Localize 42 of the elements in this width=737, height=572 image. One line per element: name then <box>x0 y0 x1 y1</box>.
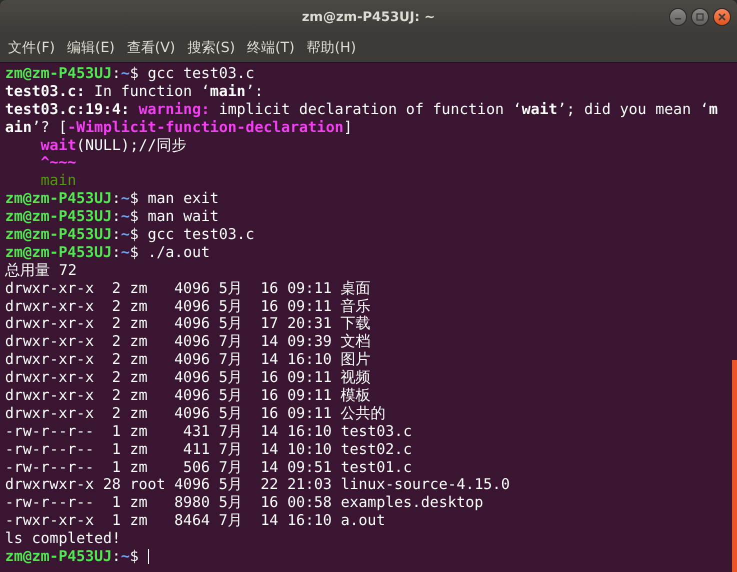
terminal-line: drwxr-xr-x 2 zm 4096 7月 14 09:39 文档 <box>5 333 371 352</box>
terminal-line: -rw-r--r-- 1 zm 506 7月 14 09:51 test01.c <box>5 458 412 476</box>
menu-item[interactable]: 帮助(H) <box>300 37 362 59</box>
terminal-line: zm@zm-P453UJ:~$ gcc test03.c <box>5 65 254 83</box>
terminal-line: zm@zm-P453UJ:~$ man wait <box>5 208 219 226</box>
scrollbar-thumb[interactable] <box>732 360 737 572</box>
terminal-line: drwxr-xr-x 2 zm 4096 5月 16 09:11 模板 <box>5 387 371 405</box>
terminal-line: wait(NULL);//同步 <box>40 136 186 154</box>
close-icon <box>718 13 726 21</box>
text-cursor <box>148 549 150 564</box>
maximize-button[interactable] <box>691 8 709 26</box>
menu-item[interactable]: 编辑(E) <box>60 37 121 59</box>
terminal-line: test03.c:19:4: warning: implicit declaration of function ‘wait’; did you mean ‘m <box>5 100 718 119</box>
terminal-line: -rw-r--r-- 1 zm 8980 5月 16 00:58 examples.desktop <box>5 494 484 512</box>
terminal-line: -rwxr-xr-x 1 zm 8464 7月 14 16:10 a.out <box>5 512 386 530</box>
minimize-button[interactable] <box>669 8 687 26</box>
window-title: zm@zm-P453UJ: ~ <box>302 10 436 24</box>
terminal-line: zm@zm-P453UJ:~$ ./a.out <box>5 244 210 262</box>
terminal-line: zm@zm-P453UJ:~$ <box>5 548 139 566</box>
menu-item[interactable]: 搜索(S) <box>181 37 242 59</box>
terminal-line: main <box>40 172 76 190</box>
terminal-line: 总用量 72 <box>5 262 77 280</box>
terminal-line: drwxr-xr-x 2 zm 4096 5月 16 09:11 桌面 <box>5 280 371 298</box>
terminal-line: test03.c: In function ‘main’: <box>5 82 264 101</box>
terminal-line: zm@zm-P453UJ:~$ gcc test03.c <box>5 226 254 244</box>
terminal-line: drwxr-xr-x 2 zm 4096 7月 14 16:10 图片 <box>5 351 371 370</box>
terminal-line: ls completed! <box>5 530 121 548</box>
terminal-line: drwxr-xr-x 2 zm 4096 5月 16 09:11 公共的 <box>5 404 386 423</box>
terminal-line: drwxr-xr-x 2 zm 4096 5月 16 09:11 视频 <box>5 369 371 388</box>
menu-item[interactable]: 查看(V) <box>120 37 182 59</box>
menu-item[interactable]: 文件(F) <box>2 37 61 59</box>
terminal-line: zm@zm-P453UJ:~$ man exit <box>5 190 219 208</box>
menu-item[interactable]: 终端(T) <box>241 37 301 59</box>
terminal-line: ain’? [-Wimplicit-function-declaration] <box>5 118 352 137</box>
terminal-line: -rw-r--r-- 1 zm 411 7月 14 10:10 test02.c <box>5 440 412 459</box>
terminal-line: drwxr-xr-x 2 zm 4096 5月 16 09:11 音乐 <box>5 298 371 316</box>
terminal-line: -rw-r--r-- 1 zm 431 7月 14 16:10 test03.c <box>5 422 412 441</box>
maximize-icon <box>696 13 704 21</box>
terminal-line: ^~~~ <box>40 154 76 172</box>
terminal-line: drwxrwxr-x 28 root 4096 5月 22 21:03 linux-source-4.15.0 <box>5 476 510 494</box>
close-button[interactable] <box>713 8 731 26</box>
terminal-line: drwxr-xr-x 2 zm 4096 5月 17 20:31 下载 <box>5 315 371 334</box>
